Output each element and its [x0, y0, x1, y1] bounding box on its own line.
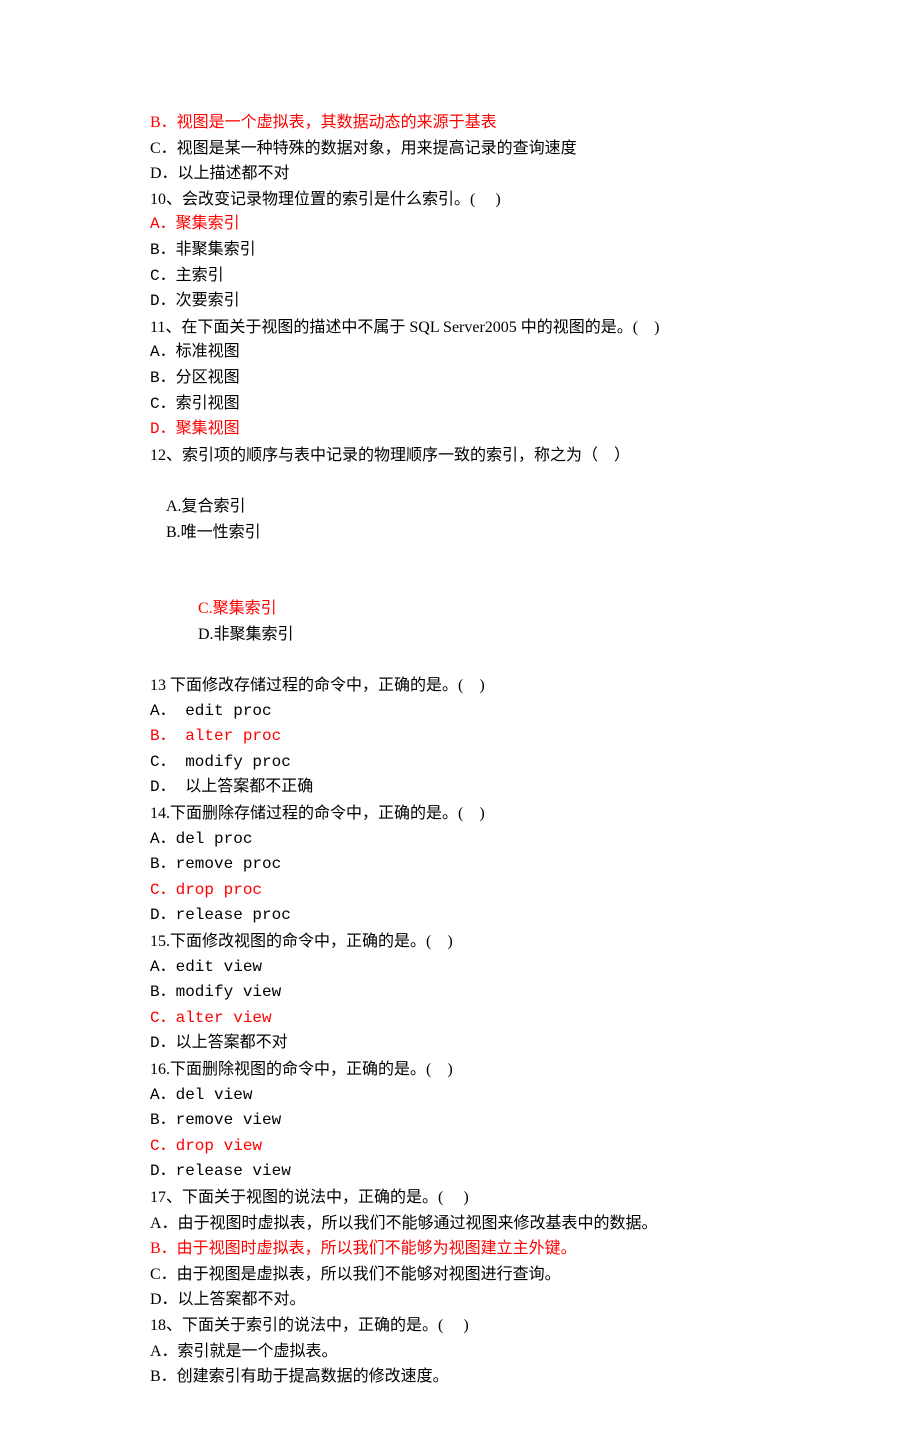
option-c: C．索引视图	[150, 392, 770, 418]
option-d: D．以上描述都不对	[150, 161, 770, 187]
option-b: B．分区视图	[150, 366, 770, 392]
question-13: 13 下面修改存储过程的命令中，正确的是。( )	[150, 673, 770, 699]
option-a: A．标准视图	[150, 340, 770, 366]
option-b: B．视图是一个虚拟表，其数据动态的来源于基表	[150, 110, 770, 136]
option-b: B．非聚集索引	[150, 238, 770, 264]
option-d: D．release proc	[150, 903, 770, 929]
option-b: B． alter proc	[150, 724, 770, 750]
option-c: C．drop proc	[150, 878, 770, 904]
option-d: D． 以上答案都不正确	[150, 775, 770, 801]
question-14: 14.下面删除存储过程的命令中，正确的是。( )	[150, 801, 770, 827]
option-b: B．创建索引有助于提高数据的修改速度。	[150, 1364, 770, 1390]
option-b: B．modify view	[150, 980, 770, 1006]
option-a: A．del view	[150, 1083, 770, 1109]
document-page: B．视图是一个虚拟表，其数据动态的来源于基表 C．视图是某一种特殊的数据对象，用…	[0, 0, 920, 1450]
option-c: C．主索引	[150, 264, 770, 290]
option-a: A.复合索引	[166, 494, 406, 520]
option-c: C．视图是某一种特殊的数据对象，用来提高记录的查询速度	[150, 136, 770, 162]
option-c: C．drop view	[150, 1134, 770, 1160]
option-c: C．alter view	[150, 1006, 770, 1032]
option-a: A．聚集索引	[150, 212, 770, 238]
option-d: D.非聚集索引	[198, 622, 294, 648]
option-a: A．由于视图时虚拟表，所以我们不能够通过视图来修改基表中的数据。	[150, 1211, 770, 1237]
option-d: D．release view	[150, 1159, 770, 1185]
option-c: C． modify proc	[150, 750, 770, 776]
option-row-ab: A.复合索引 B.唯一性索引	[150, 468, 770, 570]
option-d: D．以上答案都不对。	[150, 1287, 770, 1313]
option-d: D．聚集视图	[150, 417, 770, 443]
option-b: B.唯一性索引	[166, 520, 261, 546]
option-a: A． edit proc	[150, 699, 770, 725]
option-a: A．del proc	[150, 827, 770, 853]
question-17: 17、下面关于视图的说法中，正确的是。( )	[150, 1185, 770, 1211]
question-16: 16.下面删除视图的命令中，正确的是。( )	[150, 1057, 770, 1083]
question-10: 10、会改变记录物理位置的索引是什么索引。( )	[150, 187, 770, 213]
option-d: D．次要索引	[150, 289, 770, 315]
option-a: A．索引就是一个虚拟表。	[150, 1339, 770, 1365]
option-b: B．由于视图时虚拟表，所以我们不能够为视图建立主外键。	[150, 1236, 770, 1262]
option-b: B．remove view	[150, 1108, 770, 1134]
option-d: D．以上答案都不对	[150, 1031, 770, 1057]
question-11: 11、在下面关于视图的描述中不属于 SQL Server2005 中的视图的是。…	[150, 315, 770, 341]
option-c: C.聚集索引	[198, 596, 438, 622]
option-b: B．remove proc	[150, 852, 770, 878]
question-18: 18、下面关于索引的说法中，正确的是。( )	[150, 1313, 770, 1339]
option-row-cd: C.聚集索引 D.非聚集索引	[150, 571, 770, 673]
question-12: 12、索引项的顺序与表中记录的物理顺序一致的索引，称之为（ ）	[150, 443, 770, 469]
question-15: 15.下面修改视图的命令中，正确的是。( )	[150, 929, 770, 955]
option-a: A．edit view	[150, 955, 770, 981]
option-c: C．由于视图是虚拟表，所以我们不能够对视图进行查询。	[150, 1262, 770, 1288]
